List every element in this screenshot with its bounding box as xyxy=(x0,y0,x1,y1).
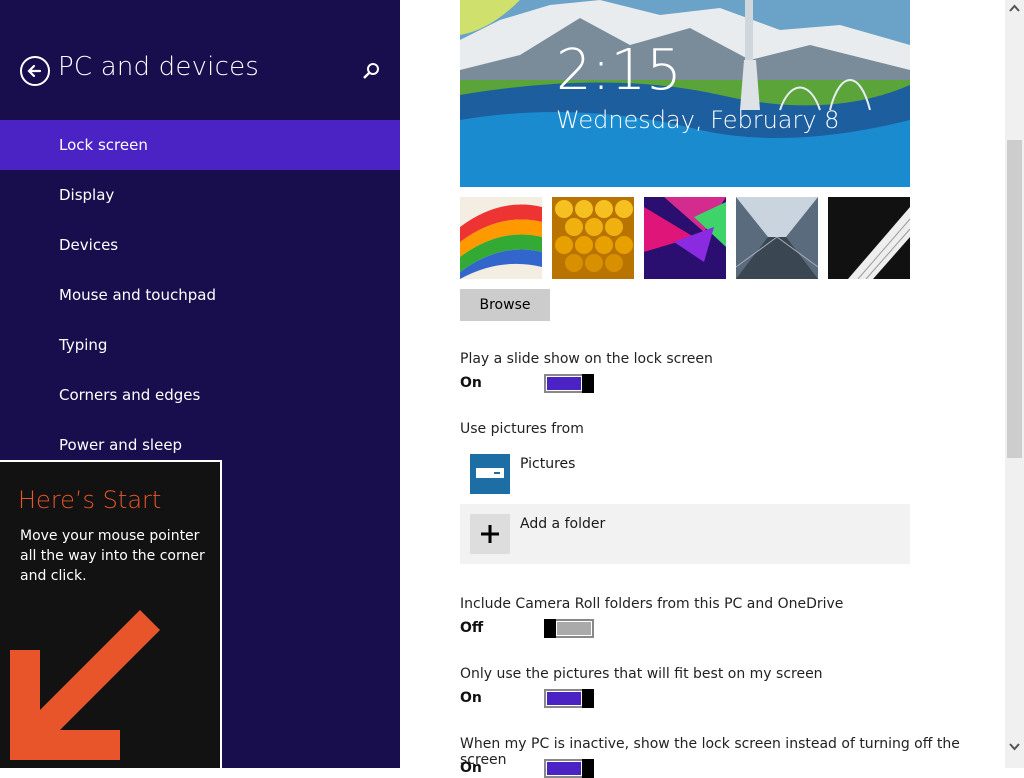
lock-screen-date: Wednesday, February 8 xyxy=(556,106,840,134)
add-folder-button[interactable]: Add a folder xyxy=(460,504,910,564)
chevron-down-icon xyxy=(1009,743,1020,751)
chevron-up-icon xyxy=(1009,4,1020,12)
wallpaper-piano-icon xyxy=(828,197,910,279)
scroll-up-button[interactable] xyxy=(1005,0,1024,18)
sidebar-item-mouse-touchpad[interactable]: Mouse and touchpad xyxy=(0,270,400,320)
wallpaper-thumb-5[interactable] xyxy=(828,197,910,279)
slideshow-state: On xyxy=(460,375,482,391)
wallpaper-stripes-icon xyxy=(460,197,542,279)
settings-content: 2:15 Wednesday, February 8 Browse Play a… xyxy=(400,0,1005,778)
fit-best-state: On xyxy=(460,690,482,706)
add-folder-label: Add a folder xyxy=(520,516,606,532)
tip-body: Move your mouse pointer all the way into… xyxy=(20,528,205,584)
wallpaper-shapes-icon xyxy=(644,197,726,279)
scrollbar-thumb[interactable] xyxy=(1007,140,1022,458)
use-pictures-label: Use pictures from xyxy=(460,421,584,437)
wallpaper-thumb-2[interactable] xyxy=(552,197,634,279)
sidebar-item-corners-edges[interactable]: Corners and edges xyxy=(0,370,400,420)
wallpaper-honeycomb-icon xyxy=(552,197,634,279)
search-button[interactable] xyxy=(360,60,382,82)
sidebar-item-typing[interactable]: Typing xyxy=(0,320,400,370)
pictures-folder-tile[interactable] xyxy=(470,454,510,494)
preview-background xyxy=(460,0,910,187)
sidebar-item-display[interactable]: Display xyxy=(0,170,400,220)
plus-icon xyxy=(481,525,499,543)
fit-best-label: Only use the pictures that will fit best… xyxy=(460,666,823,682)
camera-roll-state: Off xyxy=(460,620,484,636)
scroll-down-button[interactable] xyxy=(1005,737,1024,755)
back-button[interactable] xyxy=(20,56,50,86)
tip-title: Here’s Start xyxy=(18,486,162,514)
inactive-label: When my PC is inactive, show the lock sc… xyxy=(460,736,960,768)
lock-screen-time: 2:15 xyxy=(556,38,682,103)
start-tip-panel: Here’s Start Move your mouse pointer all… xyxy=(0,460,222,768)
folder-icon xyxy=(476,468,504,478)
add-folder-tile xyxy=(470,514,510,554)
back-arrow-icon xyxy=(27,64,42,78)
corner-arrow-icon xyxy=(10,610,160,760)
wallpaper-station-icon xyxy=(736,197,818,279)
browse-button[interactable]: Browse xyxy=(460,289,550,321)
pictures-folder-label: Pictures xyxy=(520,456,576,472)
wallpaper-thumb-1[interactable] xyxy=(460,197,542,279)
sidebar-item-lock-screen[interactable]: Lock screen xyxy=(0,120,400,170)
page-title: PC and devices xyxy=(58,52,260,82)
search-icon xyxy=(363,63,379,79)
camera-roll-label: Include Camera Roll folders from this PC… xyxy=(460,596,844,612)
slideshow-label: Play a slide show on the lock screen xyxy=(460,351,713,367)
scrollbar[interactable] xyxy=(1005,0,1024,768)
inactive-toggle[interactable] xyxy=(544,759,594,778)
inactive-state: On xyxy=(460,760,482,776)
camera-roll-toggle[interactable] xyxy=(544,619,594,638)
sidebar-item-devices[interactable]: Devices xyxy=(0,220,400,270)
wallpaper-thumb-3[interactable] xyxy=(644,197,726,279)
fit-best-toggle[interactable] xyxy=(544,689,594,708)
wallpaper-thumb-4[interactable] xyxy=(736,197,818,279)
lock-screen-preview: 2:15 Wednesday, February 8 xyxy=(460,0,910,187)
slideshow-toggle[interactable] xyxy=(544,374,594,393)
sidebar: PC and devices Lock screen Display Devic… xyxy=(0,0,400,768)
